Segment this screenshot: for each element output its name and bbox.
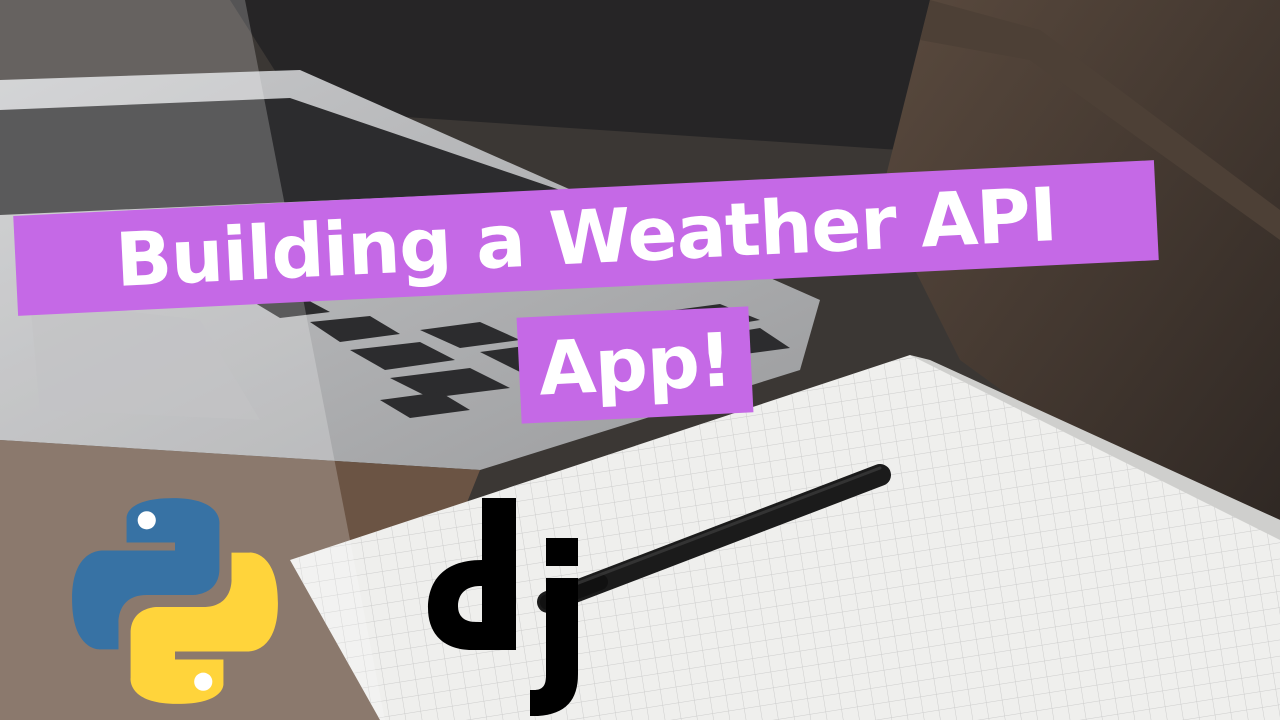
title-line-2-text: App! (536, 317, 734, 413)
title-line-2: App! (516, 306, 754, 424)
django-logo-icon (428, 498, 578, 716)
python-logo-icon (72, 498, 278, 704)
